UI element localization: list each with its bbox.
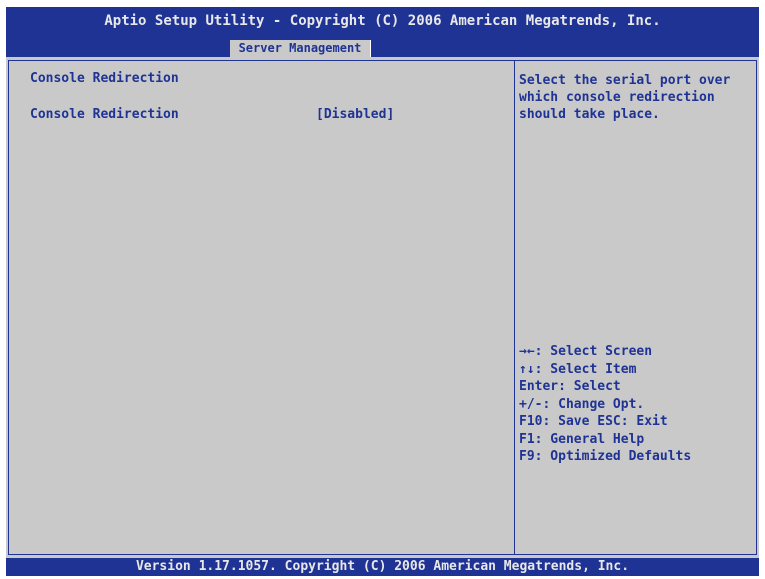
help-panel: Select the serial port over which consol… xyxy=(514,60,757,555)
utility-title: Aptio Setup Utility - Copyright (C) 2006… xyxy=(104,13,661,29)
main-settings-panel: Console Redirection Console Redirection … xyxy=(8,60,515,555)
tab-strip: Server Management xyxy=(6,40,759,57)
help-description: Select the serial port over which consol… xyxy=(519,72,753,123)
key-hint-enter: Enter: Select xyxy=(519,379,621,394)
setting-console-redirection[interactable]: Console Redirection [Disabled] xyxy=(30,107,500,125)
help-line: should take place. xyxy=(519,107,660,122)
key-hint-change-opt: +/-: Change Opt. xyxy=(519,396,645,412)
bios-screen: Aptio Setup Utility - Copyright (C) 2006… xyxy=(6,7,759,576)
tab-server-management[interactable]: Server Management xyxy=(230,40,370,57)
title-bar: Aptio Setup Utility - Copyright (C) 2006… xyxy=(6,7,759,57)
help-line: which console redirection xyxy=(519,90,715,105)
key-hint-optimized-defaults: F9: Optimized Defaults xyxy=(519,449,692,464)
key-hint-save-exit: F10: Save ESC: Exit xyxy=(519,414,668,429)
help-line: Select the serial port over xyxy=(519,73,731,88)
setting-value[interactable]: [Disabled] xyxy=(316,107,394,122)
tab-divider xyxy=(370,40,371,57)
setting-label: Console Redirection xyxy=(30,107,179,122)
footer-bar: Version 1.17.1057. Copyright (C) 2006 Am… xyxy=(6,558,759,576)
version-footer: Version 1.17.1057. Copyright (C) 2006 Am… xyxy=(135,559,630,574)
key-hint-general-help: F1: General Help xyxy=(519,431,645,447)
key-legend: →←: Select Screen ↑↓: Select Item Enter:… xyxy=(519,343,753,466)
content-area: Console Redirection Console Redirection … xyxy=(6,57,759,558)
key-hint-select-screen: →←: Select Screen xyxy=(519,344,653,359)
section-heading: Console Redirection xyxy=(30,71,179,86)
key-hint-select-item: ↑↓: Select Item xyxy=(519,361,637,377)
